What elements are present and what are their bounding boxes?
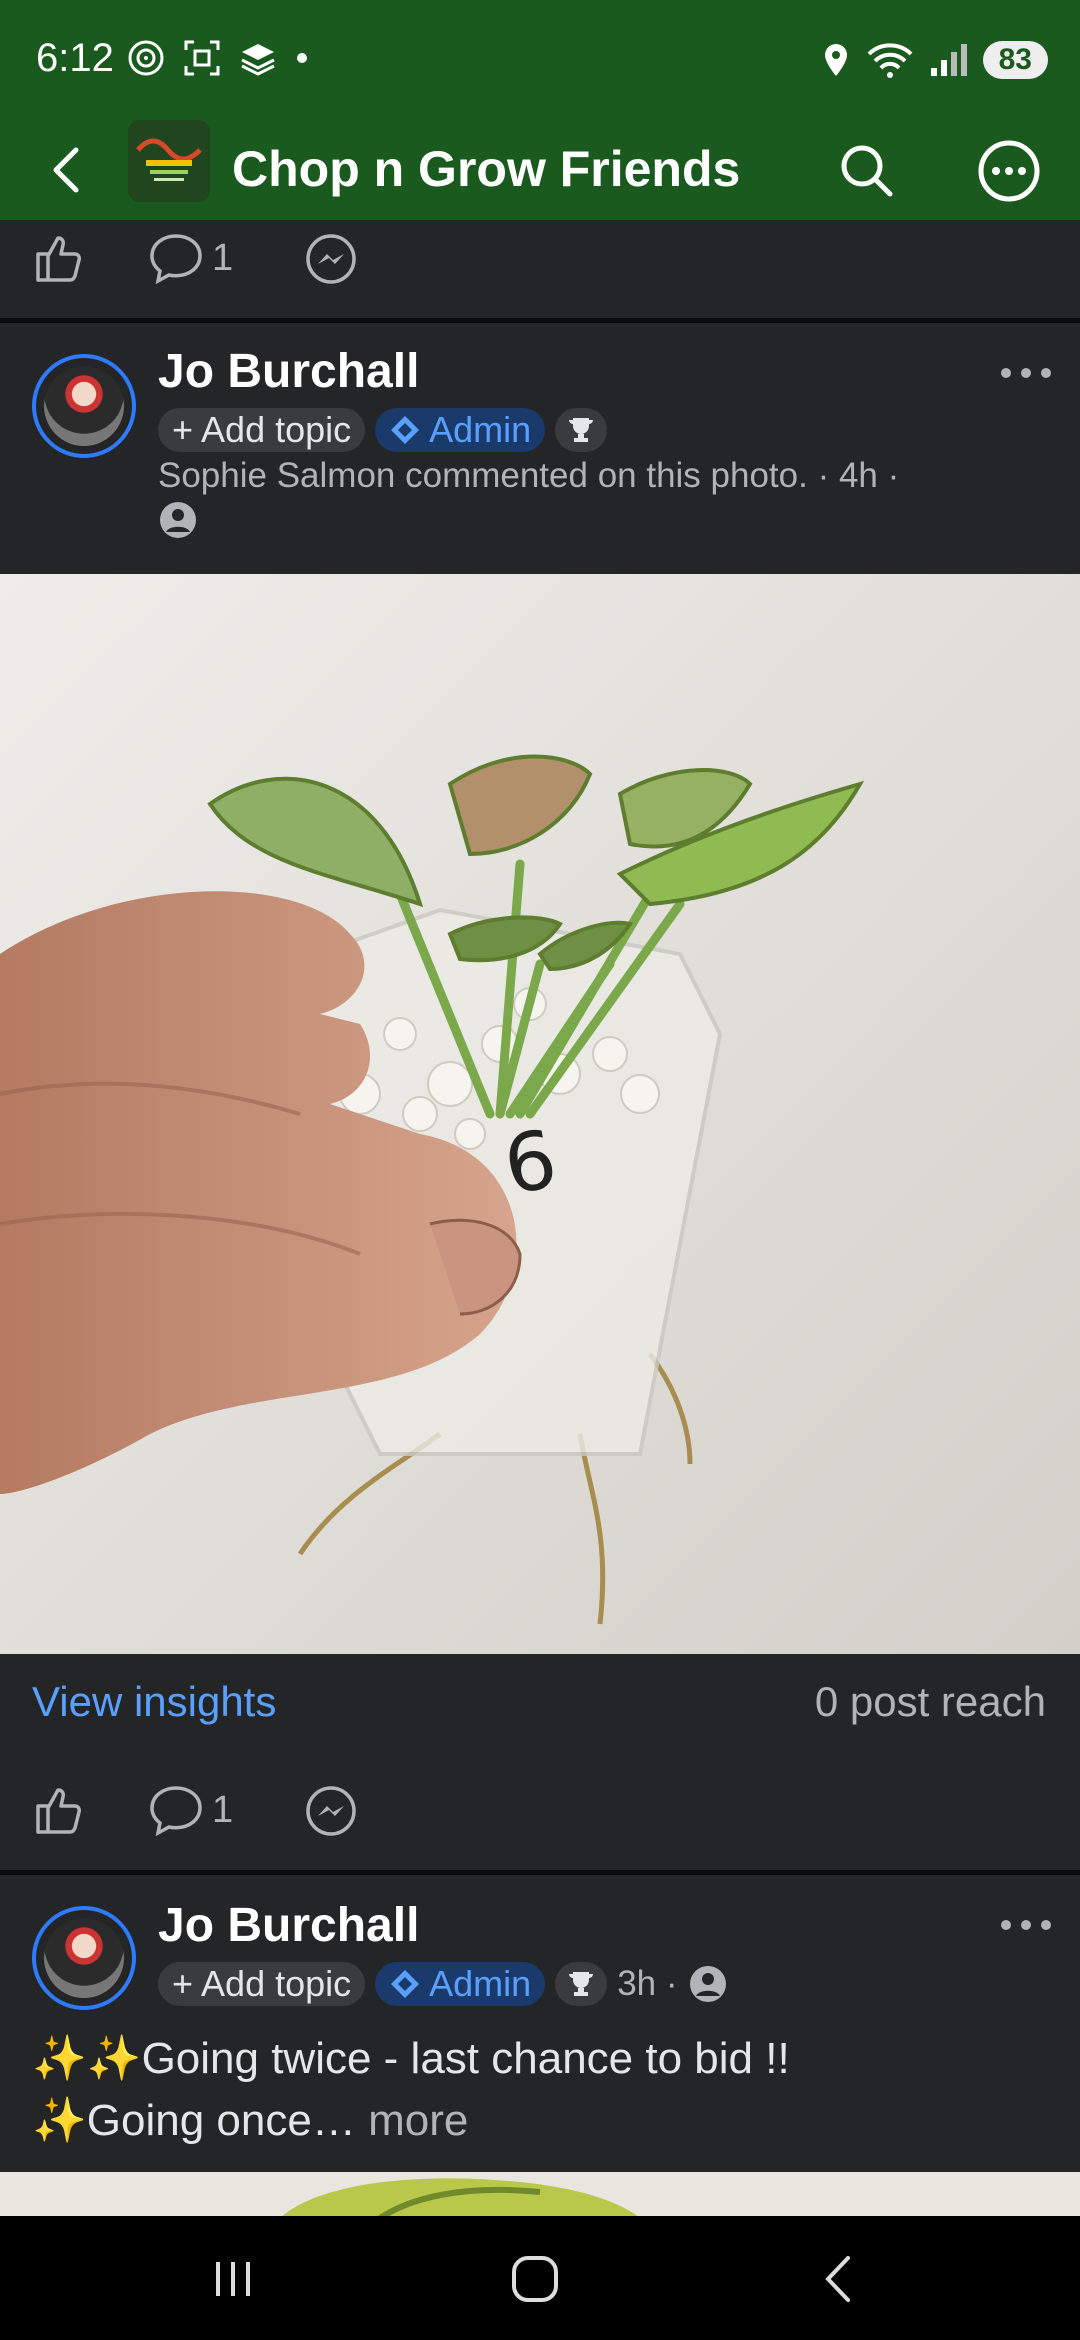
admin-diamond-icon — [391, 416, 420, 444]
location-icon — [824, 44, 847, 76]
view-insights-link[interactable]: View insights — [32, 1678, 276, 1726]
trophy-badge[interactable] — [555, 1962, 608, 2006]
plus-icon: + — [172, 409, 194, 450]
admin-badge[interactable]: Admin — [375, 1962, 546, 2006]
avatar-image — [44, 1918, 124, 1998]
post-divider — [0, 1870, 1080, 1875]
comment-count: 1 — [212, 1788, 234, 1831]
post-reach-text: 0 post reach — [814, 1678, 1046, 1725]
trophy-badge[interactable] — [555, 408, 608, 452]
post-author-name[interactable]: Jo Burchall — [158, 1898, 419, 1953]
post-meta-row: + Add topic Admin 3h · — [158, 1962, 728, 2006]
admin-diamond-icon — [391, 1970, 420, 1998]
layers-icon — [241, 44, 275, 76]
author-avatar[interactable] — [32, 1906, 136, 2010]
group-logo[interactable] — [128, 120, 210, 202]
comment-button[interactable]: 1 — [148, 1784, 233, 1836]
post-author-name[interactable]: Jo Burchall — [158, 344, 419, 399]
hotspot-icon — [128, 40, 164, 76]
add-topic-label: Add topic — [201, 409, 352, 450]
author-avatar[interactable] — [32, 354, 136, 458]
messenger-share-button[interactable] — [304, 1784, 358, 1838]
next-photo-preview — [0, 2172, 1080, 2218]
like-button[interactable] — [32, 1784, 84, 1836]
like-icon — [36, 1788, 81, 1834]
group-members-icon — [689, 1966, 726, 2002]
battery-indicator: 83 — [982, 41, 1048, 79]
dot-icon — [297, 53, 307, 63]
trophy-icon — [569, 418, 594, 442]
trophy-icon — [569, 1972, 594, 1996]
post-text-line-2-content: ✨Going once… — [32, 2096, 356, 2145]
signal-icon — [930, 44, 967, 76]
more-options-icon[interactable] — [976, 138, 1042, 204]
screenshot-icon — [184, 40, 220, 76]
status-time: 6:12 — [36, 36, 114, 80]
comment-icon — [150, 234, 202, 284]
add-topic-label: Add topic — [201, 1963, 352, 2004]
home-icon[interactable] — [500, 2244, 570, 2314]
group-logo-image — [128, 120, 210, 202]
recent-apps-icon[interactable] — [198, 2244, 268, 2314]
like-button[interactable] — [32, 232, 84, 284]
comment-count: 1 — [212, 236, 234, 279]
messenger-icon — [306, 234, 356, 284]
back-arrow-icon[interactable] — [38, 140, 98, 200]
see-more-link[interactable]: more — [368, 2096, 468, 2145]
post-text-line-2: ✨Going once… more — [32, 2090, 1042, 2152]
wifi-icon — [867, 43, 913, 78]
group-members-icon — [160, 502, 196, 538]
plus-icon: + — [172, 1963, 194, 2004]
system-back-icon[interactable] — [804, 2244, 874, 2314]
post-body-text: ✨✨Going twice - last chance to bid !! ✨G… — [32, 2028, 1042, 2152]
post-time[interactable]: 3h · — [617, 1964, 677, 2004]
next-post-photo-partial[interactable] — [0, 2172, 1080, 2218]
comment-icon — [150, 1786, 202, 1836]
avatar-image — [44, 366, 124, 446]
messenger-icon — [306, 1786, 356, 1836]
status-notification-icons — [126, 38, 310, 78]
post-activity-text: Sophie Salmon commented on this photo. ·… — [158, 456, 900, 495]
add-topic-button[interactable]: + Add topic — [158, 1962, 366, 2006]
add-topic-button[interactable]: + Add topic — [158, 408, 366, 452]
post-options-icon[interactable] — [998, 358, 1054, 388]
status-right-icons: 83 — [821, 40, 1048, 80]
admin-badge[interactable]: Admin — [375, 408, 546, 452]
post-meta-row: + Add topic Admin — [158, 408, 608, 452]
post-text-line-1: ✨✨Going twice - last chance to bid !! — [32, 2034, 790, 2083]
like-icon — [36, 236, 81, 282]
plant-photo-illustration: 6 — [0, 574, 1080, 1654]
insights-row: View insights 0 post reach — [0, 1660, 1080, 1750]
comment-button[interactable]: 1 — [148, 232, 233, 284]
system-nav-bar — [0, 2216, 1080, 2340]
messenger-share-button[interactable] — [304, 232, 358, 286]
post-options-icon[interactable] — [998, 1910, 1054, 1940]
post-divider — [0, 318, 1080, 323]
post-photo[interactable]: 6 — [0, 574, 1080, 1654]
group-title[interactable]: Chop n Grow Friends — [232, 140, 740, 198]
admin-label: Admin — [429, 409, 532, 450]
admin-label: Admin — [429, 1963, 532, 2004]
status-bar: 6:12 83 — [0, 0, 1080, 120]
search-icon[interactable] — [834, 138, 900, 204]
